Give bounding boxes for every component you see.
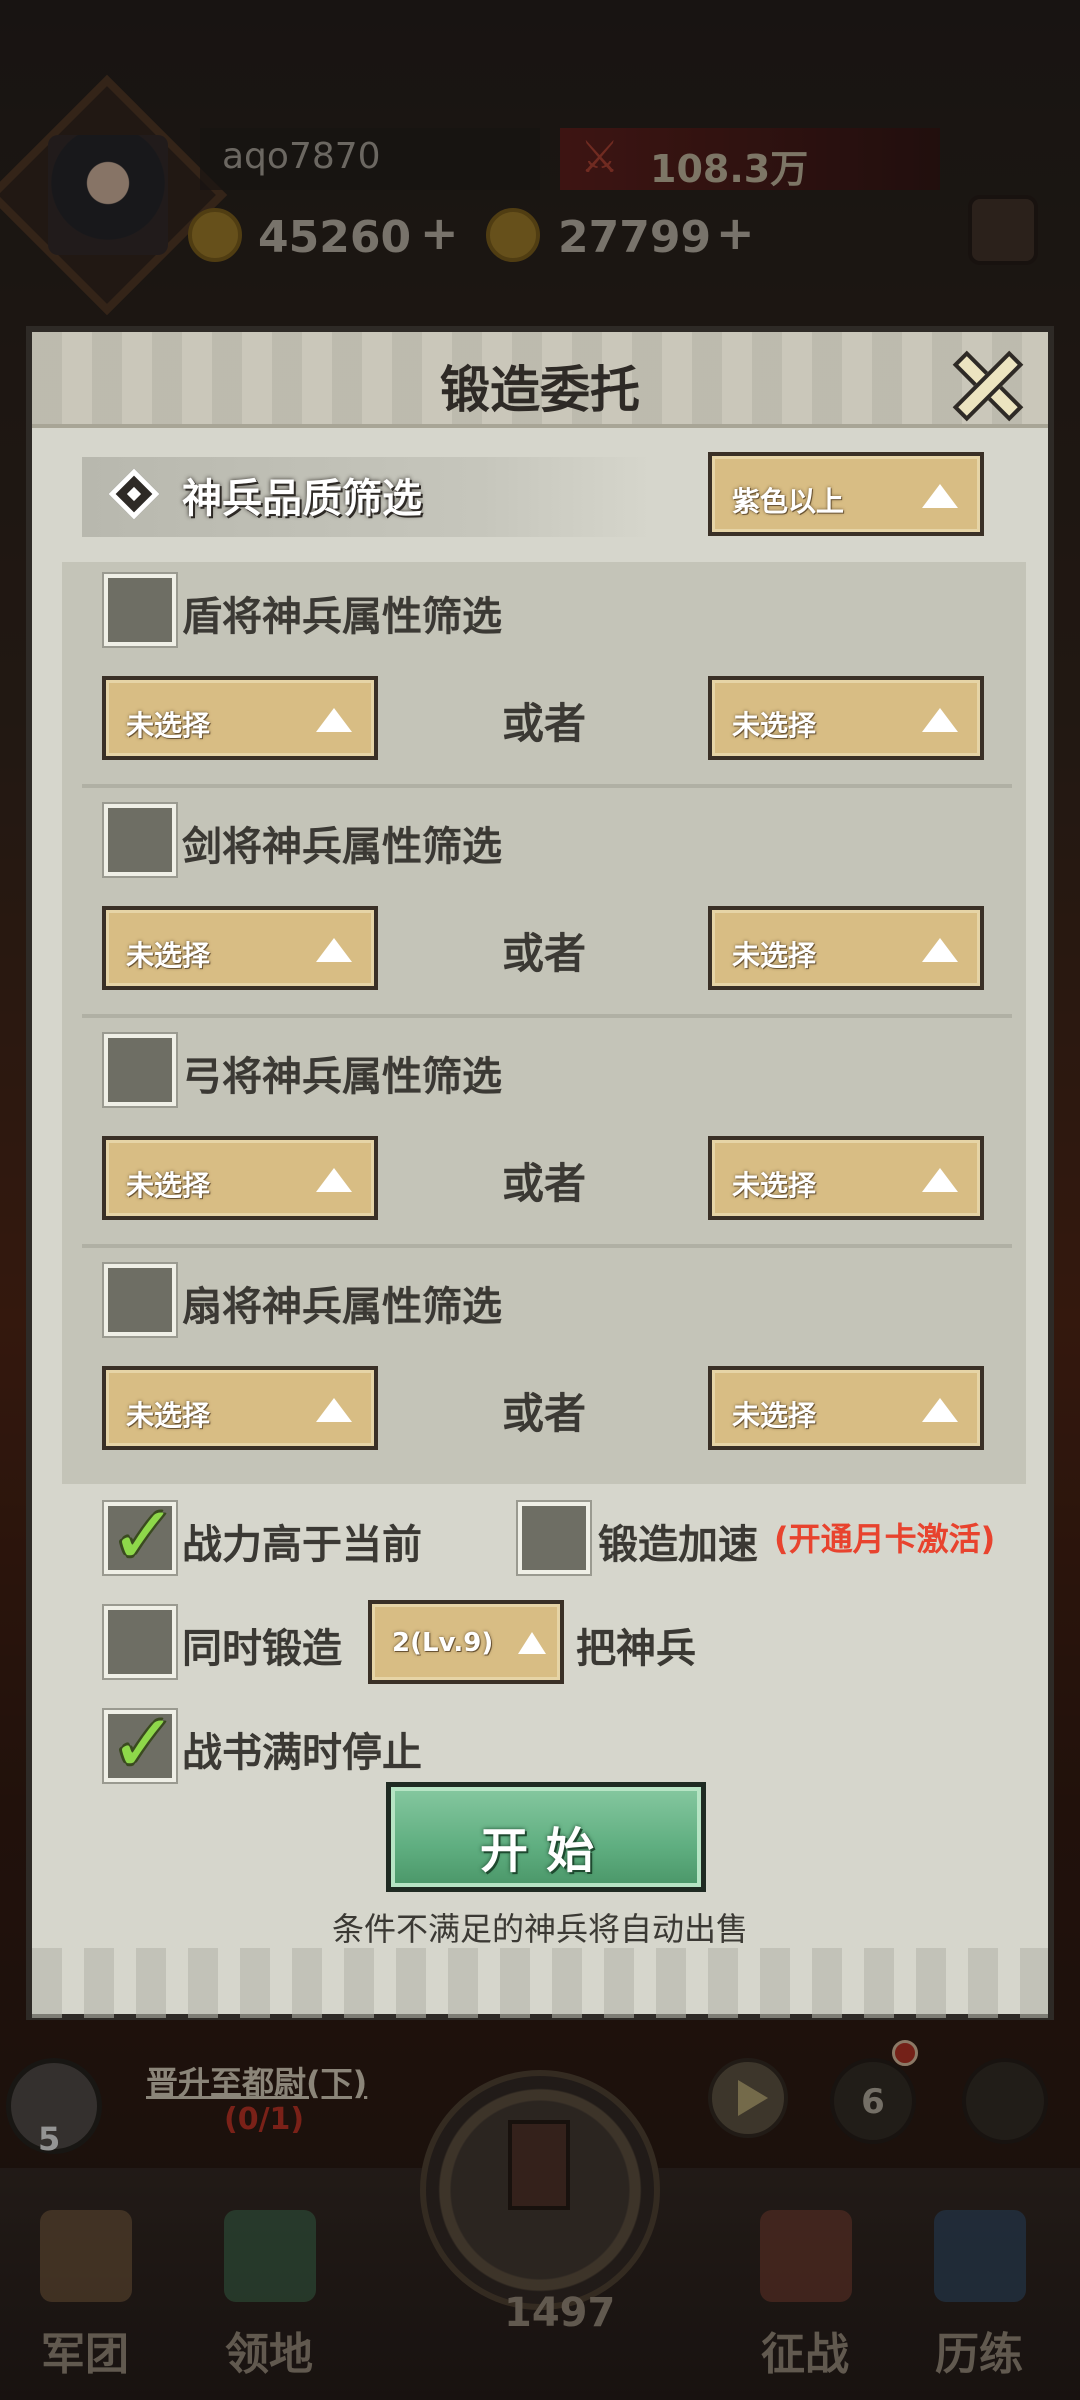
bow-filter-left-dropdown[interactable]: 未选择 (102, 1136, 378, 1220)
power-higher-label: 战力高于当前 (182, 1522, 422, 1568)
quality-filter-label: 神兵品质筛选 (182, 476, 422, 522)
speedup-checkbox[interactable] (518, 1502, 590, 1574)
forge-commission-dialog: 锻造委托 神兵品质筛选 紫色以上 盾将神兵属性筛选 未选择 或者 未选择 剑将神… (26, 326, 1054, 2020)
simultaneous-value: 2(Lv.9) (392, 1628, 494, 1658)
or-label: 或者 (502, 929, 587, 978)
checkmark-icon: ✓ (110, 1697, 178, 1790)
dialog-footer-pattern (32, 1948, 1048, 2018)
dropdown-value: 未选择 (126, 709, 211, 742)
dropdown-value: 未选择 (126, 939, 211, 972)
power-higher-checkbox[interactable]: ✓ (104, 1496, 177, 1576)
checkmark-icon: ✓ (110, 1489, 178, 1582)
quality-filter-value: 紫色以上 (732, 485, 845, 518)
shield-filter-left-dropdown[interactable]: 未选择 (102, 676, 378, 760)
start-button[interactable]: 开始 (386, 1782, 706, 1892)
divider (82, 1014, 1012, 1018)
speedup-note: (开通月卡激活) (774, 1520, 996, 1558)
dropdown-value: 未选择 (732, 939, 817, 972)
quality-filter-dropdown[interactable]: 紫色以上 (708, 452, 984, 536)
dropdown-value: 未选择 (732, 1169, 817, 1202)
shield-filter-checkbox[interactable] (104, 574, 176, 646)
simultaneous-checkbox[interactable] (104, 1606, 176, 1678)
auto-sell-hint: 条件不满足的神兵将自动出售 (331, 1910, 748, 1948)
divider (82, 1244, 1012, 1248)
sword-filter-label: 剑将神兵属性筛选 (182, 824, 502, 870)
fan-filter-checkbox[interactable] (104, 1264, 176, 1336)
triangle-up-icon (922, 938, 958, 962)
close-button[interactable] (942, 338, 1032, 428)
start-button-label: 开始 (479, 1823, 612, 1879)
dropdown-value: 未选择 (732, 709, 817, 742)
triangle-up-icon (316, 1398, 352, 1422)
sword-filter-left-dropdown[interactable]: 未选择 (102, 906, 378, 990)
fan-filter-left-dropdown[interactable]: 未选择 (102, 1366, 378, 1450)
triangle-up-icon (518, 1632, 546, 1654)
dropdown-value: 未选择 (126, 1399, 211, 1432)
dropdown-value: 未选择 (732, 1399, 817, 1432)
or-label: 或者 (502, 699, 587, 748)
shield-filter-label: 盾将神兵属性筛选 (182, 594, 502, 640)
simultaneous-label: 同时锻造 (182, 1626, 342, 1672)
or-label: 或者 (502, 1159, 587, 1208)
triangle-up-icon (922, 1168, 958, 1192)
stop-full-checkbox[interactable]: ✓ (104, 1704, 177, 1784)
speedup-label: 锻造加速 (598, 1522, 758, 1568)
shield-filter-right-dropdown[interactable]: 未选择 (708, 676, 984, 760)
fan-filter-label: 扇将神兵属性筛选 (182, 1284, 502, 1330)
dialog-title: 锻造委托 (440, 361, 640, 419)
fan-filter-right-dropdown[interactable]: 未选择 (708, 1366, 984, 1450)
triangle-up-icon (922, 484, 958, 508)
simultaneous-dropdown[interactable]: 2(Lv.9) (368, 1600, 564, 1684)
bow-filter-label: 弓将神兵属性筛选 (182, 1054, 502, 1100)
simultaneous-suffix: 把神兵 (576, 1626, 696, 1672)
bow-filter-right-dropdown[interactable]: 未选择 (708, 1136, 984, 1220)
or-label: 或者 (502, 1389, 587, 1438)
triangle-up-icon (922, 708, 958, 732)
triangle-up-icon (316, 1168, 352, 1192)
triangle-up-icon (316, 708, 352, 732)
dropdown-value: 未选择 (126, 1169, 211, 1202)
divider (82, 784, 1012, 788)
triangle-up-icon (922, 1398, 958, 1422)
sword-filter-right-dropdown[interactable]: 未选择 (708, 906, 984, 990)
stop-full-label: 战书满时停止 (182, 1730, 422, 1776)
sword-filter-checkbox[interactable] (104, 804, 176, 876)
triangle-up-icon (316, 938, 352, 962)
bow-filter-checkbox[interactable] (104, 1034, 176, 1106)
